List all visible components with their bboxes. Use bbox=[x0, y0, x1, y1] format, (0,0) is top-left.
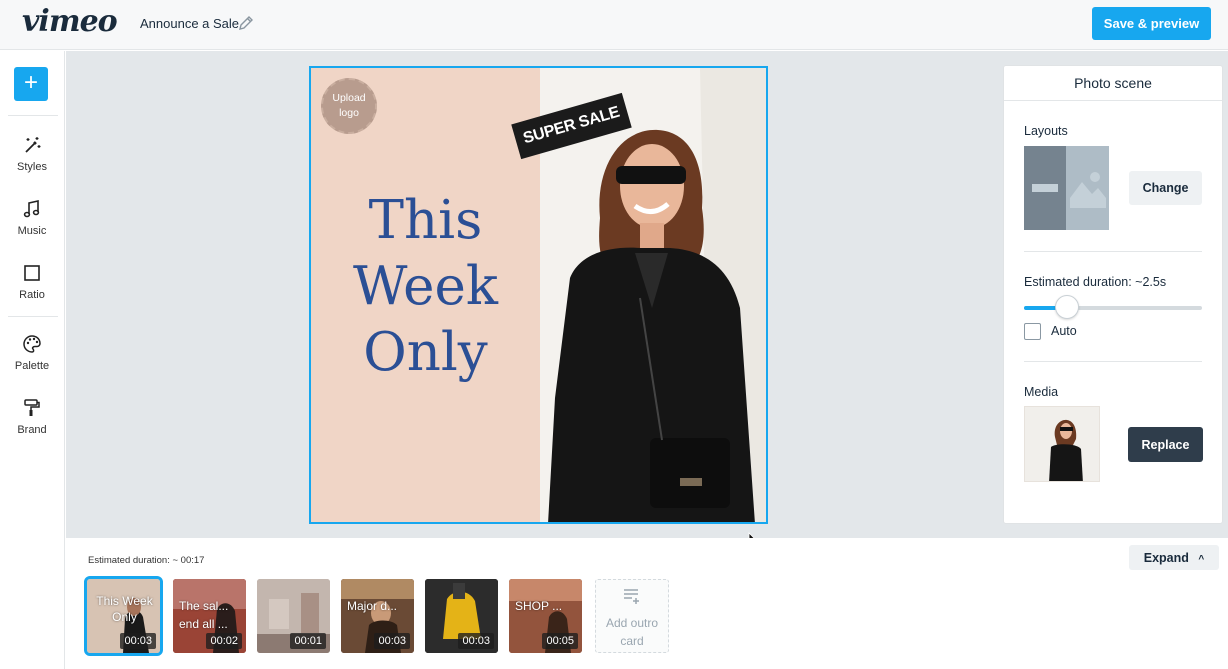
project-title[interactable]: Announce a Sale bbox=[140, 16, 239, 31]
scene-headline[interactable]: This Week Only bbox=[311, 188, 540, 386]
layout-text-bar bbox=[1032, 184, 1058, 192]
timeline-clip[interactable]: SHOP ... 00:05 bbox=[509, 579, 582, 653]
image-placeholder-icon bbox=[1070, 172, 1106, 208]
chevron-up-icon: ^ bbox=[1198, 553, 1205, 565]
left-sidebar: + Styles Music Ratio Palette Brand bbox=[0, 51, 65, 669]
add-outro-card-button[interactable]: Add outro card bbox=[595, 579, 669, 653]
timeline-clip[interactable]: This Week Only 00:03 bbox=[84, 576, 163, 656]
duration-slider-thumb[interactable] bbox=[1054, 295, 1079, 319]
clip-text: The sal... end all ... bbox=[179, 599, 229, 631]
clip-text: Major d... bbox=[347, 599, 398, 613]
panel-divider bbox=[1024, 361, 1202, 362]
duration-slider[interactable] bbox=[1024, 306, 1202, 310]
change-layout-button[interactable]: Change bbox=[1129, 171, 1202, 205]
palette-icon bbox=[23, 335, 41, 353]
save-preview-button[interactable]: Save & preview bbox=[1092, 7, 1211, 40]
sidebar-divider bbox=[8, 115, 58, 116]
layouts-label: Layouts bbox=[1024, 124, 1068, 138]
clip-duration: 00:01 bbox=[290, 633, 326, 649]
timeline: Estimated duration: ~ 00:17 Expand ^ Thi… bbox=[66, 538, 1228, 669]
paint-roller-icon bbox=[24, 399, 40, 416]
layout-thumbnail[interactable] bbox=[1024, 146, 1109, 230]
outro-label: Add outro card bbox=[605, 616, 659, 648]
sidebar-item-label: Ratio bbox=[19, 289, 45, 301]
timeline-clip[interactable]: The sal... end all ... 00:02 bbox=[173, 579, 246, 653]
panel-title: Photo scene bbox=[1004, 66, 1222, 101]
clip-duration: 00:02 bbox=[206, 633, 242, 649]
sidebar-item-label: Palette bbox=[14, 360, 50, 372]
duration-label: Estimated duration: ~2.5s bbox=[1024, 275, 1167, 289]
expand-label: Expand bbox=[1143, 550, 1189, 565]
music-note-icon bbox=[23, 200, 40, 218]
timeline-clip[interactable]: Major d... 00:03 bbox=[341, 579, 414, 653]
headline-line: This bbox=[368, 190, 483, 251]
headline-line: Week bbox=[353, 256, 498, 317]
sidebar-item-label: Brand bbox=[17, 424, 47, 436]
clip-duration: 00:03 bbox=[120, 633, 156, 649]
clip-duration: 00:03 bbox=[458, 633, 494, 649]
vimeo-logo[interactable]: vimeo bbox=[22, 4, 118, 39]
timeline-clip[interactable]: 00:01 bbox=[257, 579, 330, 653]
add-scene-button[interactable]: + bbox=[14, 67, 48, 101]
timeline-clip[interactable]: 00:03 bbox=[425, 579, 498, 653]
clip-duration: 00:03 bbox=[374, 633, 410, 649]
media-thumbnail[interactable] bbox=[1024, 406, 1100, 482]
sidebar-item-brand[interactable]: Brand bbox=[0, 398, 64, 436]
sidebar-item-palette[interactable]: Palette bbox=[0, 334, 64, 372]
clip-text: This Week Only bbox=[96, 594, 153, 624]
add-list-icon bbox=[624, 589, 639, 604]
auto-label: Auto bbox=[1051, 324, 1077, 338]
headline-line: Only bbox=[363, 322, 488, 383]
replace-media-button[interactable]: Replace bbox=[1128, 427, 1203, 462]
total-duration-label: Estimated duration: ~ 00:17 bbox=[88, 555, 205, 566]
sidebar-item-label: Styles bbox=[17, 161, 47, 173]
sidebar-item-music[interactable]: Music bbox=[0, 199, 64, 237]
square-icon bbox=[24, 265, 40, 281]
sidebar-item-ratio[interactable]: Ratio bbox=[0, 263, 64, 301]
auto-checkbox[interactable] bbox=[1024, 323, 1041, 340]
media-label: Media bbox=[1024, 385, 1059, 399]
magic-wand-icon bbox=[25, 137, 41, 153]
clip-text: SHOP ... bbox=[515, 599, 563, 613]
top-bar: vimeo Announce a Sale Save & preview bbox=[0, 0, 1228, 50]
expand-timeline-button[interactable]: Expand ^ bbox=[1129, 545, 1219, 570]
sidebar-item-label: Music bbox=[17, 225, 47, 237]
scene-preview[interactable]: Upload logo This Week Only SUPER SALE bbox=[309, 66, 768, 524]
clip-duration: 00:05 bbox=[542, 633, 578, 649]
sidebar-item-styles[interactable]: Styles bbox=[0, 135, 64, 173]
panel-divider bbox=[1024, 251, 1202, 252]
media-photo bbox=[1025, 407, 1099, 481]
photo-scene-panel: Photo scene Layouts Change Estimated dur… bbox=[1003, 65, 1223, 524]
pencil-icon[interactable] bbox=[237, 14, 255, 32]
sidebar-divider bbox=[8, 316, 58, 317]
upload-logo-placeholder[interactable]: Upload logo bbox=[321, 78, 377, 134]
